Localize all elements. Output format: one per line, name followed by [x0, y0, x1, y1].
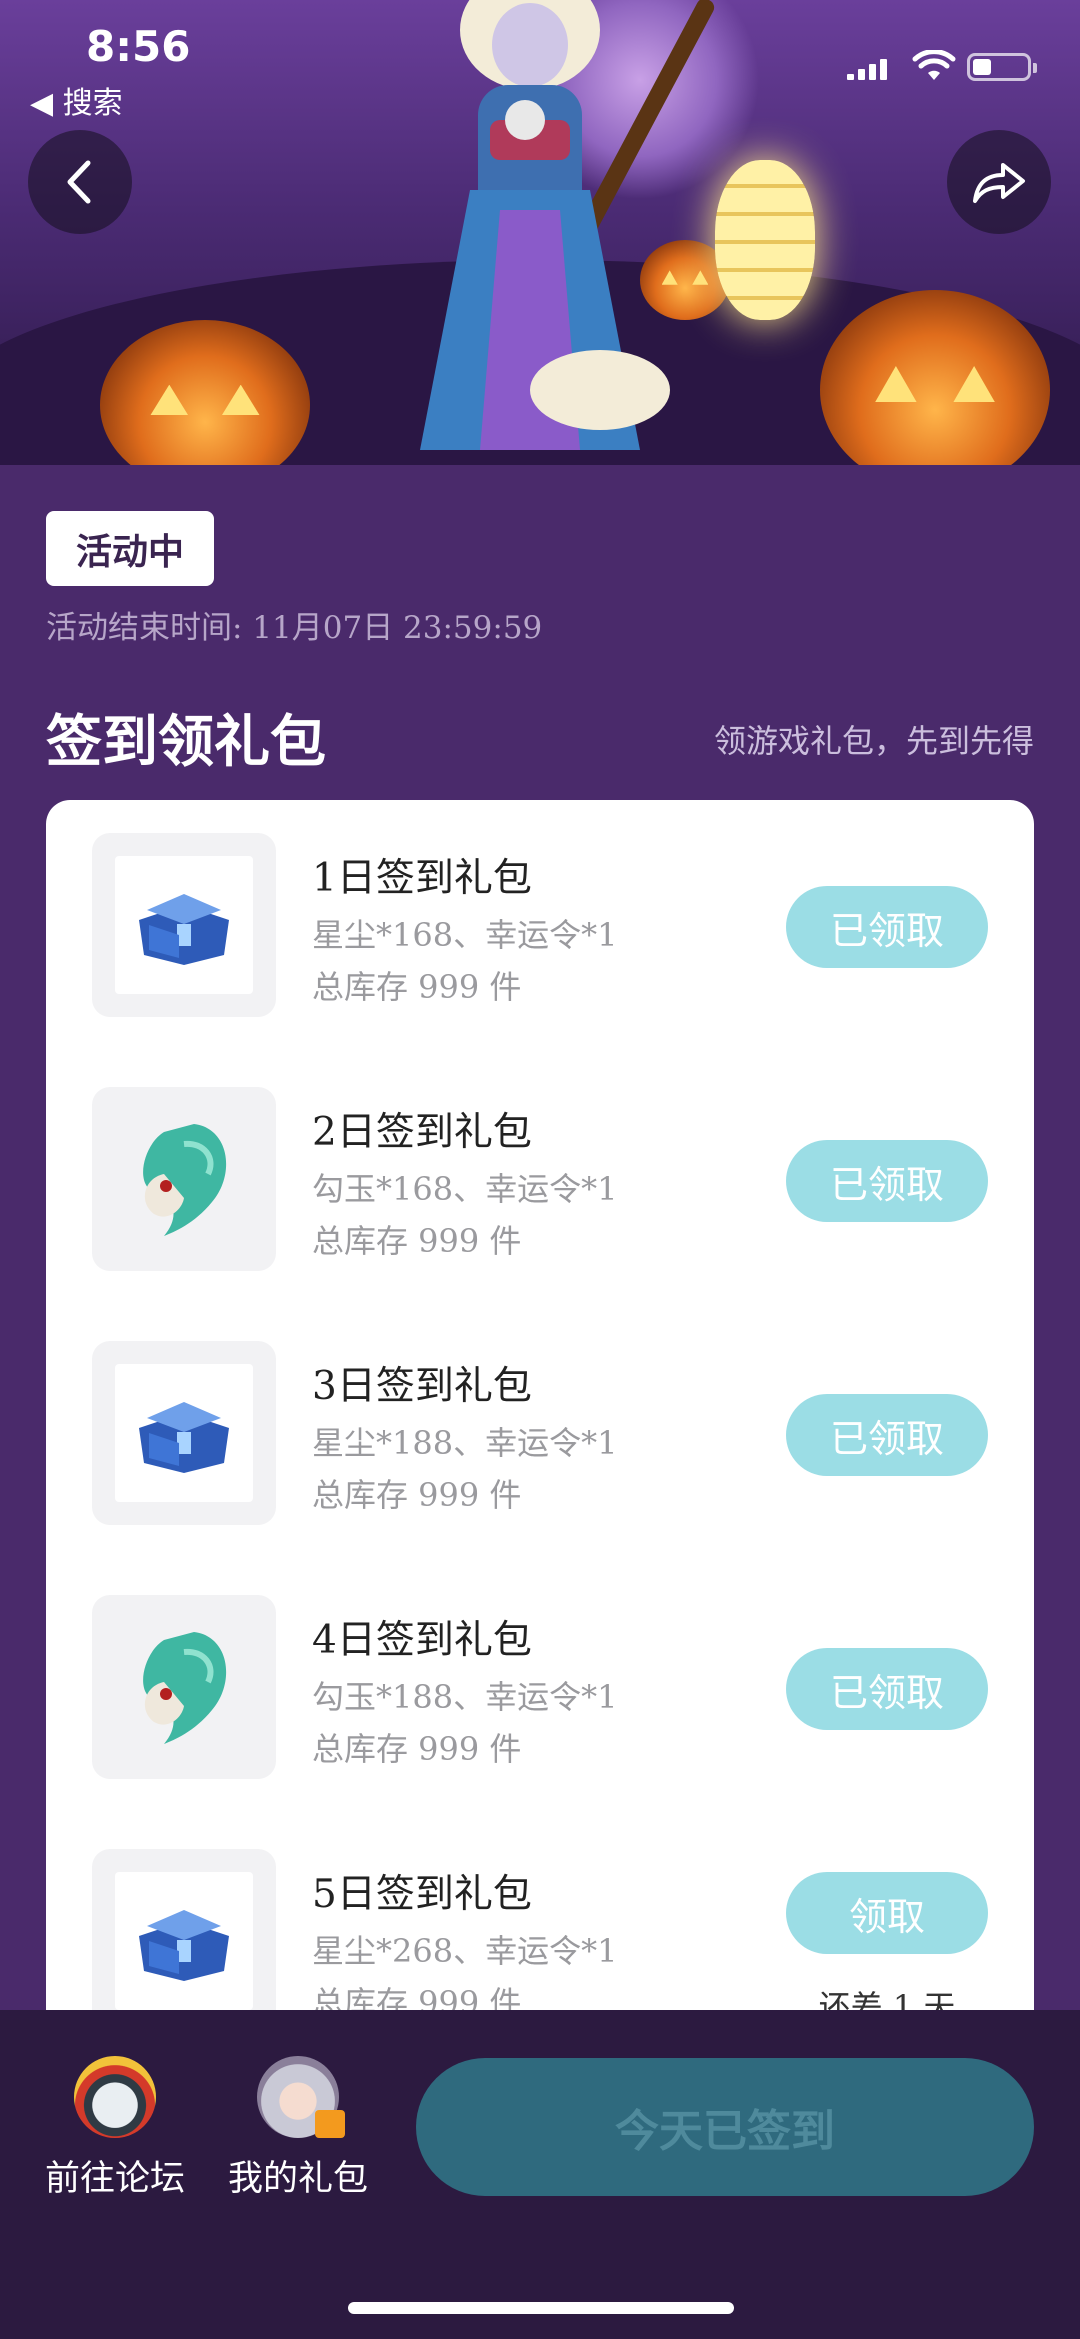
gift-thumb — [92, 1595, 276, 1779]
activity-end-time: 活动结束时间: 11月07日 23:59:59 — [46, 610, 543, 646]
forum-link-label: 前往论坛 — [44, 2159, 185, 2199]
checkin-button[interactable]: 今天已签到 — [416, 2058, 1034, 2196]
my-gifts-link[interactable]: 我的礼包 — [223, 2056, 373, 2201]
claim-button[interactable]: 领取 — [786, 1872, 988, 1954]
back-button[interactable] — [28, 130, 132, 234]
battery-icon — [967, 53, 1037, 81]
gift-item-day5: 5日签到礼包 星尘*268、幸运令*1 总库存 999 件 领取 还差 1 天 — [46, 1816, 1034, 2020]
gift-name: 3日签到礼包 — [312, 1364, 532, 1409]
gift-name: 5日签到礼包 — [312, 1872, 532, 1917]
gift-item-day1: 1日签到礼包 星尘*168、幸运令*1 总库存 999 件 已领取 — [46, 800, 1034, 1040]
my-gifts-avatar-icon — [257, 2056, 345, 2138]
gift-box-icon — [315, 2110, 345, 2138]
forum-avatar-icon — [74, 2056, 156, 2138]
blue-chest-icon — [139, 1402, 229, 1473]
gift-item-day4: 4日签到礼包 勾玉*188、幸运令*1 总库存 999 件 已领取 — [46, 1562, 1034, 1802]
chevron-left-icon — [67, 160, 91, 204]
gift-list-card: 1日签到礼包 星尘*168、幸运令*1 总库存 999 件 已领取 2日签到礼包… — [46, 800, 1034, 2020]
gift-thumb — [92, 1849, 276, 2020]
claimed-button[interactable]: 已领取 — [786, 1394, 988, 1476]
back-to-search-link[interactable]: ◀ 搜索 — [30, 78, 123, 122]
forum-link[interactable]: 前往论坛 — [40, 2056, 190, 2201]
battery-level — [973, 59, 991, 75]
hero-banner: 8:56 ◀ 搜索 — [0, 0, 1080, 465]
gift-contents: 勾玉*168、幸运令*1 — [312, 1170, 618, 1208]
banner-lantern — [715, 160, 815, 320]
gift-stock: 总库存 999 件 — [312, 968, 522, 1006]
gift-contents: 星尘*188、幸运令*1 — [312, 1424, 618, 1462]
gift-item-day2: 2日签到礼包 勾玉*168、幸运令*1 总库存 999 件 已领取 — [46, 1054, 1034, 1294]
gift-name: 1日签到礼包 — [312, 856, 532, 901]
wifi-icon — [912, 50, 956, 80]
share-icon — [973, 163, 1025, 203]
gift-name: 2日签到礼包 — [312, 1110, 532, 1155]
blue-chest-icon — [139, 1910, 229, 1981]
gift-thumb — [92, 833, 276, 1017]
my-gifts-link-label: 我的礼包 — [227, 2159, 368, 2199]
cellular-signal-icon — [847, 58, 887, 80]
gift-contents: 勾玉*188、幸运令*1 — [312, 1678, 618, 1716]
claimed-button[interactable]: 已领取 — [786, 1648, 988, 1730]
share-button[interactable] — [947, 130, 1051, 234]
gift-stock: 总库存 999 件 — [312, 1476, 522, 1514]
home-indicator[interactable] — [348, 2302, 734, 2314]
magatama-icon — [143, 1124, 227, 1236]
section-subtitle: 领游戏礼包，先到先得 — [713, 722, 1034, 760]
gift-item-day3: 3日签到礼包 星尘*188、幸运令*1 总库存 999 件 已领取 — [46, 1308, 1034, 1548]
activity-status-badge: 活动中 — [46, 511, 214, 586]
gift-name: 4日签到礼包 — [312, 1618, 532, 1663]
magatama-icon — [143, 1632, 227, 1744]
gift-contents: 星尘*168、幸运令*1 — [312, 916, 618, 954]
gift-thumb — [92, 1087, 276, 1271]
gift-stock: 总库存 999 件 — [312, 1222, 522, 1260]
status-bar: 8:56 ◀ 搜索 — [0, 0, 1080, 122]
section-title: 签到领礼包 — [46, 710, 326, 775]
blue-chest-icon — [139, 894, 229, 965]
status-time: 8:56 — [86, 22, 191, 71]
gift-contents: 星尘*268、幸运令*1 — [312, 1932, 618, 1970]
bottom-action-bar: 前往论坛 我的礼包 今天已签到 — [0, 2010, 1080, 2339]
claimed-button[interactable]: 已领取 — [786, 1140, 988, 1222]
gift-stock: 总库存 999 件 — [312, 1730, 522, 1768]
claimed-button[interactable]: 已领取 — [786, 886, 988, 968]
gift-thumb — [92, 1341, 276, 1525]
